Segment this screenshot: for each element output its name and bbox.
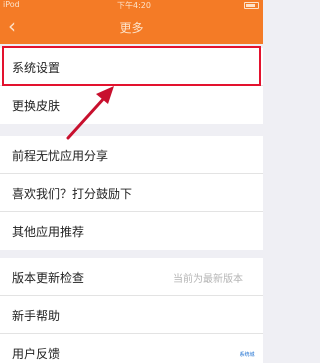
version-status: 当前为最新版本	[173, 274, 243, 285]
row-rate-us[interactable]: 喜欢我们？打分鼓励下	[0, 174, 263, 212]
row-feedback[interactable]: 用户反馈	[0, 334, 263, 363]
row-label: 其他应用推荐	[12, 225, 85, 239]
row-system-settings[interactable]: 系统设置	[0, 48, 263, 86]
row-label: 版本更新检查	[12, 271, 85, 285]
row-change-skin[interactable]: 更换皮肤	[0, 86, 263, 124]
settings-group-3: 版本更新检查 当前为最新版本 新手帮助 用户反馈	[0, 258, 263, 363]
row-label: 喜欢我们？打分鼓励下	[12, 187, 133, 201]
carrier-label: iPod	[3, 0, 20, 9]
status-time: 下午4:20	[117, 1, 151, 10]
row-help[interactable]: 新手帮助	[0, 296, 263, 334]
row-label: 用户反馈	[12, 347, 61, 361]
row-label: 系统设置	[12, 61, 61, 75]
nav-bar: ‹ 更多	[0, 11, 263, 44]
watermark-logo: 系统城	[234, 350, 260, 360]
settings-group-2: 前程无忧应用分享 喜欢我们？打分鼓励下 其他应用推荐	[0, 136, 263, 250]
status-bar: iPod 下午4:20	[0, 0, 263, 11]
row-share-app[interactable]: 前程无忧应用分享	[0, 136, 263, 174]
row-version-check[interactable]: 版本更新检查 当前为最新版本	[0, 258, 263, 296]
row-label: 前程无忧应用分享	[12, 149, 109, 163]
page-title: 更多	[119, 21, 144, 35]
row-label: 新手帮助	[12, 309, 61, 323]
settings-group-1: 系统设置 更换皮肤	[0, 48, 263, 124]
battery-icon	[244, 2, 259, 9]
row-label: 更换皮肤	[12, 99, 61, 113]
row-other-apps[interactable]: 其他应用推荐	[0, 212, 263, 250]
